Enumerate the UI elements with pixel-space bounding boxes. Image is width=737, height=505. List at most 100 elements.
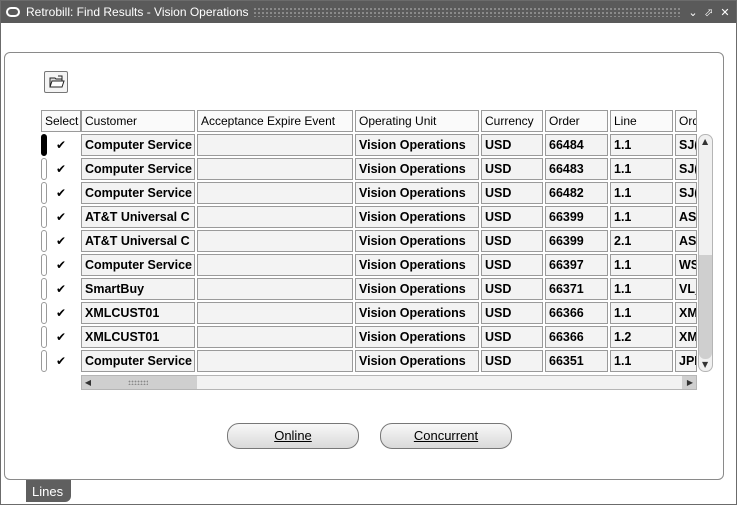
header-select[interactable]: Select [41,110,81,132]
row-indicator[interactable] [41,182,47,204]
cell-order-type[interactable]: SJ( [675,158,697,180]
cell-operating-unit[interactable]: Vision Operations [355,134,479,156]
cell-order[interactable]: 66397 [545,254,608,276]
row-indicator[interactable] [41,254,47,276]
header-customer[interactable]: Customer [81,110,195,132]
cell-order[interactable]: 66366 [545,302,608,324]
select-checkbox[interactable]: ✔ [54,210,68,224]
title-bar[interactable]: Retrobill: Find Results - Vision Operati… [1,1,736,23]
header-order[interactable]: Order [545,110,608,132]
cell-acceptance-expire-event[interactable] [197,134,353,156]
cell-line[interactable]: 1.1 [610,134,673,156]
close-icon[interactable]: ✕ [718,5,732,19]
select-checkbox[interactable]: ✔ [54,330,68,344]
cell-order[interactable]: 66483 [545,158,608,180]
header-operating-unit[interactable]: Operating Unit [355,110,479,132]
cell-customer[interactable]: Computer Service [81,350,195,372]
cell-currency[interactable]: USD [481,134,543,156]
row-indicator[interactable] [41,278,47,300]
row-indicator[interactable] [41,350,47,372]
scroll-right-icon[interactable]: ▶ [684,376,696,389]
cell-order-type[interactable]: SJ( [675,182,697,204]
tab-lines[interactable]: Lines [26,480,71,502]
cell-customer[interactable]: AT&T Universal C [81,206,195,228]
vertical-scrollbar[interactable]: ▲ ▼ [698,134,713,372]
cell-currency[interactable]: USD [481,230,543,252]
cell-order[interactable]: 66366 [545,326,608,348]
cell-order-type[interactable]: WS [675,254,697,276]
select-checkbox[interactable]: ✔ [54,282,68,296]
cell-acceptance-expire-event[interactable] [197,326,353,348]
cell-operating-unit[interactable]: Vision Operations [355,182,479,204]
cell-line[interactable]: 1.1 [610,182,673,204]
cell-order-type[interactable]: AS [675,206,697,228]
cell-order-type[interactable]: XM [675,302,697,324]
cell-currency[interactable]: USD [481,350,543,372]
cell-currency[interactable]: USD [481,326,543,348]
horizontal-scroll-track[interactable] [197,376,682,389]
cell-currency[interactable]: USD [481,182,543,204]
header-order-type[interactable]: Ord [675,110,697,132]
cell-operating-unit[interactable]: Vision Operations [355,326,479,348]
cell-currency[interactable]: USD [481,158,543,180]
select-checkbox[interactable]: ✔ [54,162,68,176]
cell-line[interactable]: 1.1 [610,302,673,324]
cell-order[interactable]: 66351 [545,350,608,372]
select-checkbox[interactable]: ✔ [54,138,68,152]
cell-acceptance-expire-event[interactable] [197,278,353,300]
cell-customer[interactable]: SmartBuy [81,278,195,300]
row-indicator[interactable] [41,158,47,180]
cell-line[interactable]: 1.2 [610,326,673,348]
cell-currency[interactable]: USD [481,254,543,276]
cell-customer[interactable]: XMLCUST01 [81,326,195,348]
cell-line[interactable]: 1.1 [610,158,673,180]
select-checkbox[interactable]: ✔ [54,354,68,368]
maximize-icon[interactable]: ⬀ [702,5,716,19]
cell-line[interactable]: 1.1 [610,278,673,300]
header-acceptance-expire-event[interactable]: Acceptance Expire Event [197,110,353,132]
folder-open-button[interactable] [44,71,68,93]
cell-customer[interactable]: Computer Service [81,158,195,180]
cell-acceptance-expire-event[interactable] [197,350,353,372]
cell-operating-unit[interactable]: Vision Operations [355,230,479,252]
select-checkbox[interactable]: ✔ [54,258,68,272]
cell-acceptance-expire-event[interactable] [197,254,353,276]
horizontal-scrollbar[interactable]: ◀ ▶ [81,375,697,390]
cell-operating-unit[interactable]: Vision Operations [355,206,479,228]
cell-operating-unit[interactable]: Vision Operations [355,302,479,324]
cell-operating-unit[interactable]: Vision Operations [355,254,479,276]
cell-order-type[interactable]: VL_ [675,278,697,300]
cell-customer[interactable]: XMLCUST01 [81,302,195,324]
header-currency[interactable]: Currency [481,110,543,132]
cell-acceptance-expire-event[interactable] [197,182,353,204]
row-indicator[interactable] [41,230,47,252]
cell-line[interactable]: 2.1 [610,230,673,252]
concurrent-button[interactable]: Concurrent [380,423,512,449]
cell-line[interactable]: 1.1 [610,350,673,372]
cell-order-type[interactable]: AS [675,230,697,252]
cell-customer[interactable]: Computer Service [81,182,195,204]
row-indicator[interactable] [41,134,47,156]
cell-customer[interactable]: AT&T Universal C [81,230,195,252]
cell-order-type[interactable]: XM [675,326,697,348]
cell-order[interactable]: 66371 [545,278,608,300]
scroll-left-icon[interactable]: ◀ [82,376,94,389]
cell-line[interactable]: 1.1 [610,206,673,228]
cell-operating-unit[interactable]: Vision Operations [355,278,479,300]
online-button[interactable]: Online [227,423,359,449]
header-line[interactable]: Line [610,110,673,132]
cell-currency[interactable]: USD [481,278,543,300]
system-menu-icon[interactable] [6,7,20,17]
select-checkbox[interactable]: ✔ [54,306,68,320]
cell-acceptance-expire-event[interactable] [197,230,353,252]
cell-acceptance-expire-event[interactable] [197,206,353,228]
vertical-scroll-thumb[interactable] [699,255,712,359]
cell-acceptance-expire-event[interactable] [197,158,353,180]
minimize-icon[interactable]: ⌄ [686,5,700,19]
select-checkbox[interactable]: ✔ [54,234,68,248]
cell-order[interactable]: 66482 [545,182,608,204]
cell-acceptance-expire-event[interactable] [197,302,353,324]
cell-operating-unit[interactable]: Vision Operations [355,350,479,372]
row-indicator[interactable] [41,326,47,348]
cell-operating-unit[interactable]: Vision Operations [355,158,479,180]
